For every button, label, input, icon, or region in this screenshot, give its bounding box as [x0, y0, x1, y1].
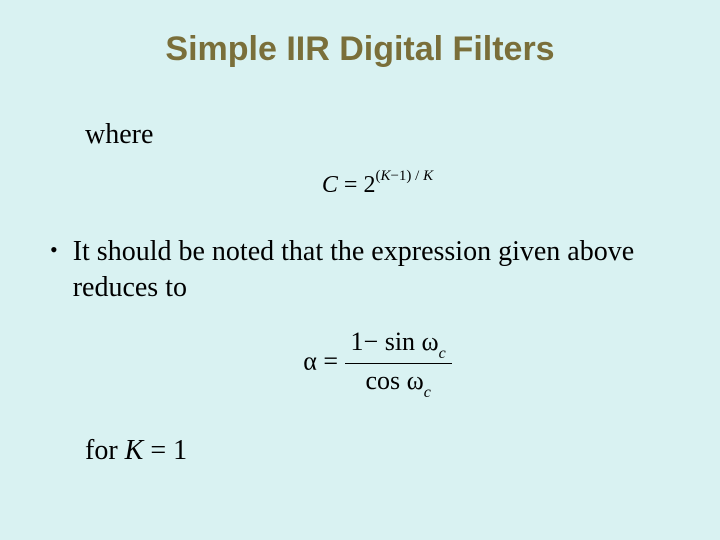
eq2-alpha: α	[303, 346, 317, 375]
equation-alpha: α = 1− sin ωc cos ωc	[85, 327, 670, 400]
eq1-exponent: (K−1) / K	[375, 168, 433, 184]
bullet-item: • It should be noted that the expression…	[50, 234, 670, 307]
slide-content: where C = 2(K−1) / K • It should be note…	[50, 119, 670, 467]
slide-title: Simple IIR Digital Filters	[50, 30, 670, 69]
for-condition: for K = 1	[85, 435, 670, 467]
bullet-marker: •	[50, 234, 58, 266]
equation-c: C = 2(K−1) / K	[85, 171, 670, 199]
eq1-lhs: C	[322, 172, 338, 198]
eq2-denominator: cos ωc	[345, 364, 452, 400]
eq2-equals: =	[317, 346, 345, 375]
eq2-fraction: 1− sin ωc cos ωc	[345, 327, 452, 400]
bullet-text: It should be noted that the expression g…	[73, 234, 670, 307]
where-text: where	[85, 119, 670, 151]
eq2-numerator: 1− sin ωc	[345, 327, 452, 364]
eq1-equals: =	[338, 172, 364, 198]
eq1-base: 2	[363, 172, 375, 198]
